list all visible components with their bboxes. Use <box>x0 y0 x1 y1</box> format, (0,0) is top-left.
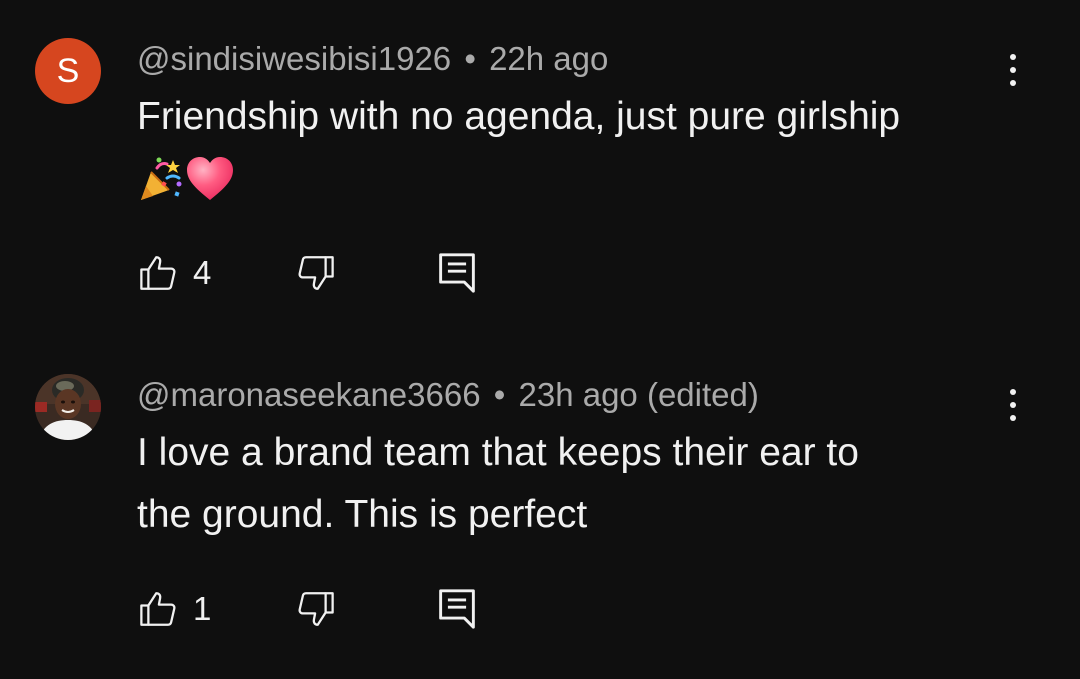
emoji-line <box>137 148 997 210</box>
thumbs-up-icon <box>140 256 176 290</box>
avatar-letter: S <box>56 52 80 90</box>
reply-button[interactable] <box>437 248 477 298</box>
comment-text: I love a brand team that keeps their ear… <box>137 422 997 546</box>
heart-emoji <box>187 157 233 200</box>
comment-text-line: Friendship with no agenda, just pure gir… <box>137 95 901 138</box>
comment-time: 23h ago <box>518 376 638 413</box>
profile-photo <box>35 374 101 440</box>
avatar[interactable] <box>35 374 101 440</box>
avatar[interactable]: S <box>35 38 101 104</box>
like-button[interactable]: 1 <box>137 584 211 634</box>
comment-item: @maronaseekane3666 • 23h ago (edited) I … <box>0 340 1080 679</box>
dislike-button[interactable] <box>295 584 337 634</box>
author-handle[interactable]: @maronaseekane3666 <box>137 376 481 413</box>
comment-time: 22h ago <box>489 40 609 77</box>
more-options-button[interactable] <box>998 45 1028 95</box>
party-popper-emoji <box>141 157 182 200</box>
author-handle[interactable]: @sindisiwesibisi1926 <box>137 40 451 77</box>
comment-meta: @maronaseekane3666 • 23h ago (edited) <box>137 376 759 414</box>
more-options-button[interactable] <box>998 380 1028 430</box>
reply-button[interactable] <box>437 584 477 634</box>
meta-separator: • <box>464 40 476 77</box>
comment-text: Friendship with no agenda, just pure gir… <box>137 86 997 210</box>
comment-text-line: the ground. This is perfect <box>137 493 588 536</box>
comment-meta: @sindisiwesibisi1926 • 22h ago <box>137 40 608 78</box>
comment-text-line: I love a brand team that keeps their ear… <box>137 431 859 474</box>
edited-label: (edited) <box>646 376 759 413</box>
meta-separator: • <box>493 376 506 413</box>
more-vert-icon <box>1010 389 1016 395</box>
like-button[interactable]: 4 <box>137 248 211 298</box>
dislike-button[interactable] <box>295 248 337 298</box>
thumbs-down-icon <box>298 256 334 290</box>
thumbs-down-icon <box>298 592 334 626</box>
comment-item: S @sindisiwesibisi1926 • 22h ago Friends… <box>0 0 1080 340</box>
like-count: 4 <box>193 254 212 291</box>
more-vert-icon <box>1010 54 1016 60</box>
reply-comment-icon <box>439 589 475 629</box>
like-count: 1 <box>193 590 212 627</box>
reply-comment-icon <box>439 253 475 293</box>
thumbs-up-icon <box>140 592 176 626</box>
